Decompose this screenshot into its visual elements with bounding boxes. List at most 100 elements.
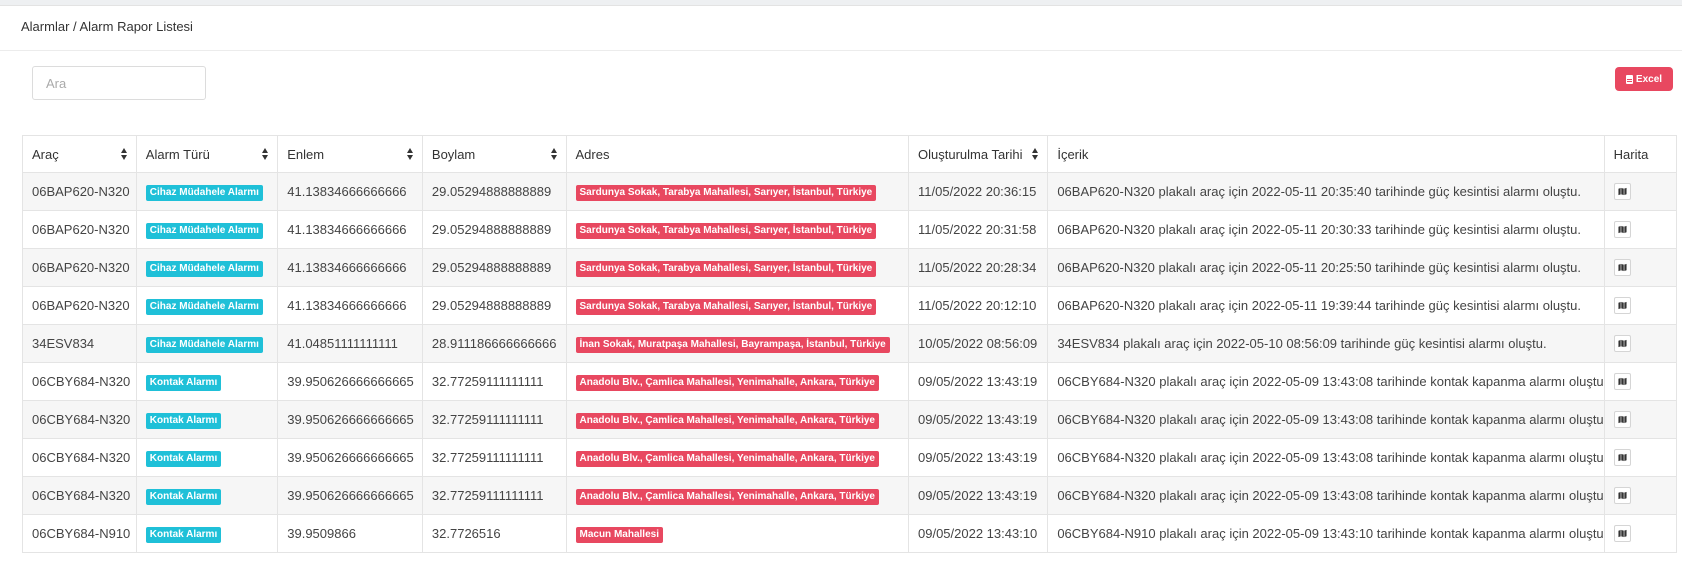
search-input[interactable] (32, 66, 206, 100)
cell-arac: 06BAP620-N320 (22, 286, 137, 325)
cell-olusturulma-tarihi: 09/05/2022 13:43:19 (907, 362, 1049, 401)
cell-enlem: 39.950626666666665 (277, 362, 423, 401)
address-badge: Sardunya Sokak, Tarabya Mahallesi, Sarıy… (575, 260, 877, 277)
column-header-alarm-turu[interactable]: Alarm Türü (135, 135, 279, 173)
map-icon (1618, 339, 1627, 348)
alarm-type-badge: Cihaz Müdahele Alarmı (145, 222, 263, 239)
cell-enlem: 39.950626666666665 (277, 476, 423, 515)
alarm-type-badge: Kontak Alarmı (145, 526, 222, 543)
cell-harita (1603, 476, 1678, 515)
cell-enlem: 41.13834666666666 (277, 248, 423, 287)
column-header-arac[interactable]: Araç (22, 135, 137, 173)
cell-alarm-turu: Kontak Alarmı (135, 476, 279, 515)
cell-enlem: 41.13834666666666 (277, 172, 423, 211)
column-header-label: İçerik (1057, 146, 1089, 162)
cell-olusturulma-tarihi: 11/05/2022 20:12:10 (907, 286, 1049, 325)
map-icon (1618, 263, 1627, 272)
map-button[interactable] (1613, 373, 1631, 390)
cell-alarm-turu: Cihaz Müdahele Alarmı (135, 172, 279, 211)
cell-harita (1603, 400, 1678, 439)
column-header-icerik: İçerik (1047, 135, 1605, 173)
column-header-boylam[interactable]: Boylam (421, 135, 567, 173)
table-row: 06CBY684-N320 Kontak Alarmı 39.95062666666… (22, 438, 1678, 477)
map-icon (1618, 529, 1627, 538)
cell-arac: 06BAP620-N320 (22, 210, 137, 249)
table-row: 06BAP620-N320 Cihaz Müdahele Alarmı 41.138… (22, 210, 1678, 249)
alarm-type-badge: Kontak Alarmı (145, 374, 222, 391)
excel-export-button[interactable]: Excel (1615, 67, 1673, 91)
column-header-enlem[interactable]: Enlem (277, 135, 423, 173)
cell-arac: 06BAP620-N320 (22, 172, 137, 211)
column-header-olusturulma-tarihi[interactable]: Oluşturulma Tarihi (907, 135, 1049, 173)
cell-enlem: 39.9509866 (277, 514, 423, 553)
map-icon (1618, 415, 1627, 424)
cell-boylam: 29.05294888888889 (421, 248, 567, 287)
table-row: 06BAP620-N320 Cihaz Müdahele Alarmı 41.138… (22, 286, 1678, 325)
cell-arac: 34ESV834 (22, 324, 137, 363)
cell-enlem: 39.950626666666665 (277, 400, 423, 439)
map-button[interactable] (1613, 411, 1631, 428)
cell-olusturulma-tarihi: 11/05/2022 20:36:15 (907, 172, 1049, 211)
cell-arac: 06CBY684-N320 (22, 438, 137, 477)
cell-harita (1603, 362, 1678, 401)
cell-arac: 06CBY684-N320 (22, 476, 137, 515)
breadcrumb: Alarmlar / Alarm Rapor Listesi (21, 19, 193, 34)
column-header-label: Oluşturulma Tarihi (918, 146, 1023, 162)
cell-arac: 06CBY684-N910 (22, 514, 137, 553)
column-header-label: Araç (32, 146, 59, 162)
table-row: 06CBY684-N320 Kontak Alarmı 39.95062666666… (22, 362, 1678, 401)
cell-boylam: 32.7726516 (421, 514, 567, 553)
map-button[interactable] (1613, 335, 1631, 352)
cell-enlem: 41.04851111111111 (277, 324, 423, 363)
address-badge: İnan Sokak, Muratpaşa Mahallesi, Bayramp… (575, 336, 890, 353)
sort-icon[interactable] (1032, 148, 1039, 160)
address-badge: Sardunya Sokak, Tarabya Mahallesi, Sarıy… (575, 184, 877, 201)
cell-icerik: 06CBY684-N320 plakalı araç için 2022-05-… (1047, 476, 1605, 515)
alarm-table: Araç Alarm Türü Enlem Boylam Adres Oluşt… (22, 135, 1678, 553)
cell-boylam: 29.05294888888889 (421, 286, 567, 325)
cell-arac: 06CBY684-N320 (22, 362, 137, 401)
cell-harita (1603, 248, 1678, 287)
sort-icon[interactable] (262, 148, 269, 160)
cell-olusturulma-tarihi: 09/05/2022 13:43:19 (907, 476, 1049, 515)
sort-icon[interactable] (406, 148, 414, 160)
cell-boylam: 28.911186666666666 (421, 324, 567, 363)
address-badge: Anadolu Blv., Çamlica Mahallesi, Yenimah… (575, 412, 879, 429)
cell-harita (1603, 514, 1678, 553)
address-badge: Sardunya Sokak, Tarabya Mahallesi, Sarıy… (575, 298, 877, 315)
cell-alarm-turu: Cihaz Müdahele Alarmı (135, 324, 279, 363)
cell-arac: 06CBY684-N320 (22, 400, 137, 439)
cell-harita (1603, 324, 1678, 363)
cell-adres: Anadolu Blv., Çamlica Mahallesi, Yenimah… (565, 476, 909, 515)
map-icon (1618, 453, 1627, 462)
address-badge: Anadolu Blv., Çamlica Mahallesi, Yenimah… (575, 488, 879, 505)
alarm-type-badge: Cihaz Müdahele Alarmı (145, 260, 263, 277)
address-badge: Macun Mahallesi (575, 526, 663, 543)
cell-enlem: 39.950626666666665 (277, 438, 423, 477)
cell-alarm-turu: Cihaz Müdahele Alarmı (135, 248, 279, 287)
divider (0, 50, 1682, 51)
cell-icerik: 06CBY684-N910 plakalı araç için 2022-05-… (1047, 514, 1605, 553)
cell-adres: Macun Mahallesi (565, 514, 909, 553)
cell-alarm-turu: Cihaz Müdahele Alarmı (135, 286, 279, 325)
cell-icerik: 06BAP620-N320 plakalı araç için 2022-05-… (1047, 286, 1605, 325)
column-header-label: Enlem (287, 146, 325, 162)
cell-alarm-turu: Kontak Alarmı (135, 400, 279, 439)
sort-icon[interactable] (550, 148, 558, 160)
table-body: 06BAP620-N320 Cihaz Müdahele Alarmı 41.138… (22, 172, 1678, 553)
cell-boylam: 32.77259111111111 (421, 400, 567, 439)
map-button[interactable] (1613, 449, 1631, 466)
map-button[interactable] (1613, 221, 1631, 238)
cell-alarm-turu: Cihaz Müdahele Alarmı (135, 210, 279, 249)
address-badge: Anadolu Blv., Çamlica Mahallesi, Yenimah… (575, 374, 879, 391)
map-button[interactable] (1613, 487, 1631, 504)
alarm-type-badge: Cihaz Müdahele Alarmı (145, 336, 263, 353)
map-button[interactable] (1613, 297, 1631, 314)
map-button[interactable] (1613, 259, 1631, 276)
map-button[interactable] (1613, 183, 1631, 200)
table-row: 06BAP620-N320 Cihaz Müdahele Alarmı 41.138… (22, 248, 1678, 287)
sort-icon[interactable] (120, 148, 128, 160)
column-header-label: Adres (575, 146, 610, 162)
map-button[interactable] (1613, 525, 1631, 542)
cell-harita (1603, 172, 1678, 211)
